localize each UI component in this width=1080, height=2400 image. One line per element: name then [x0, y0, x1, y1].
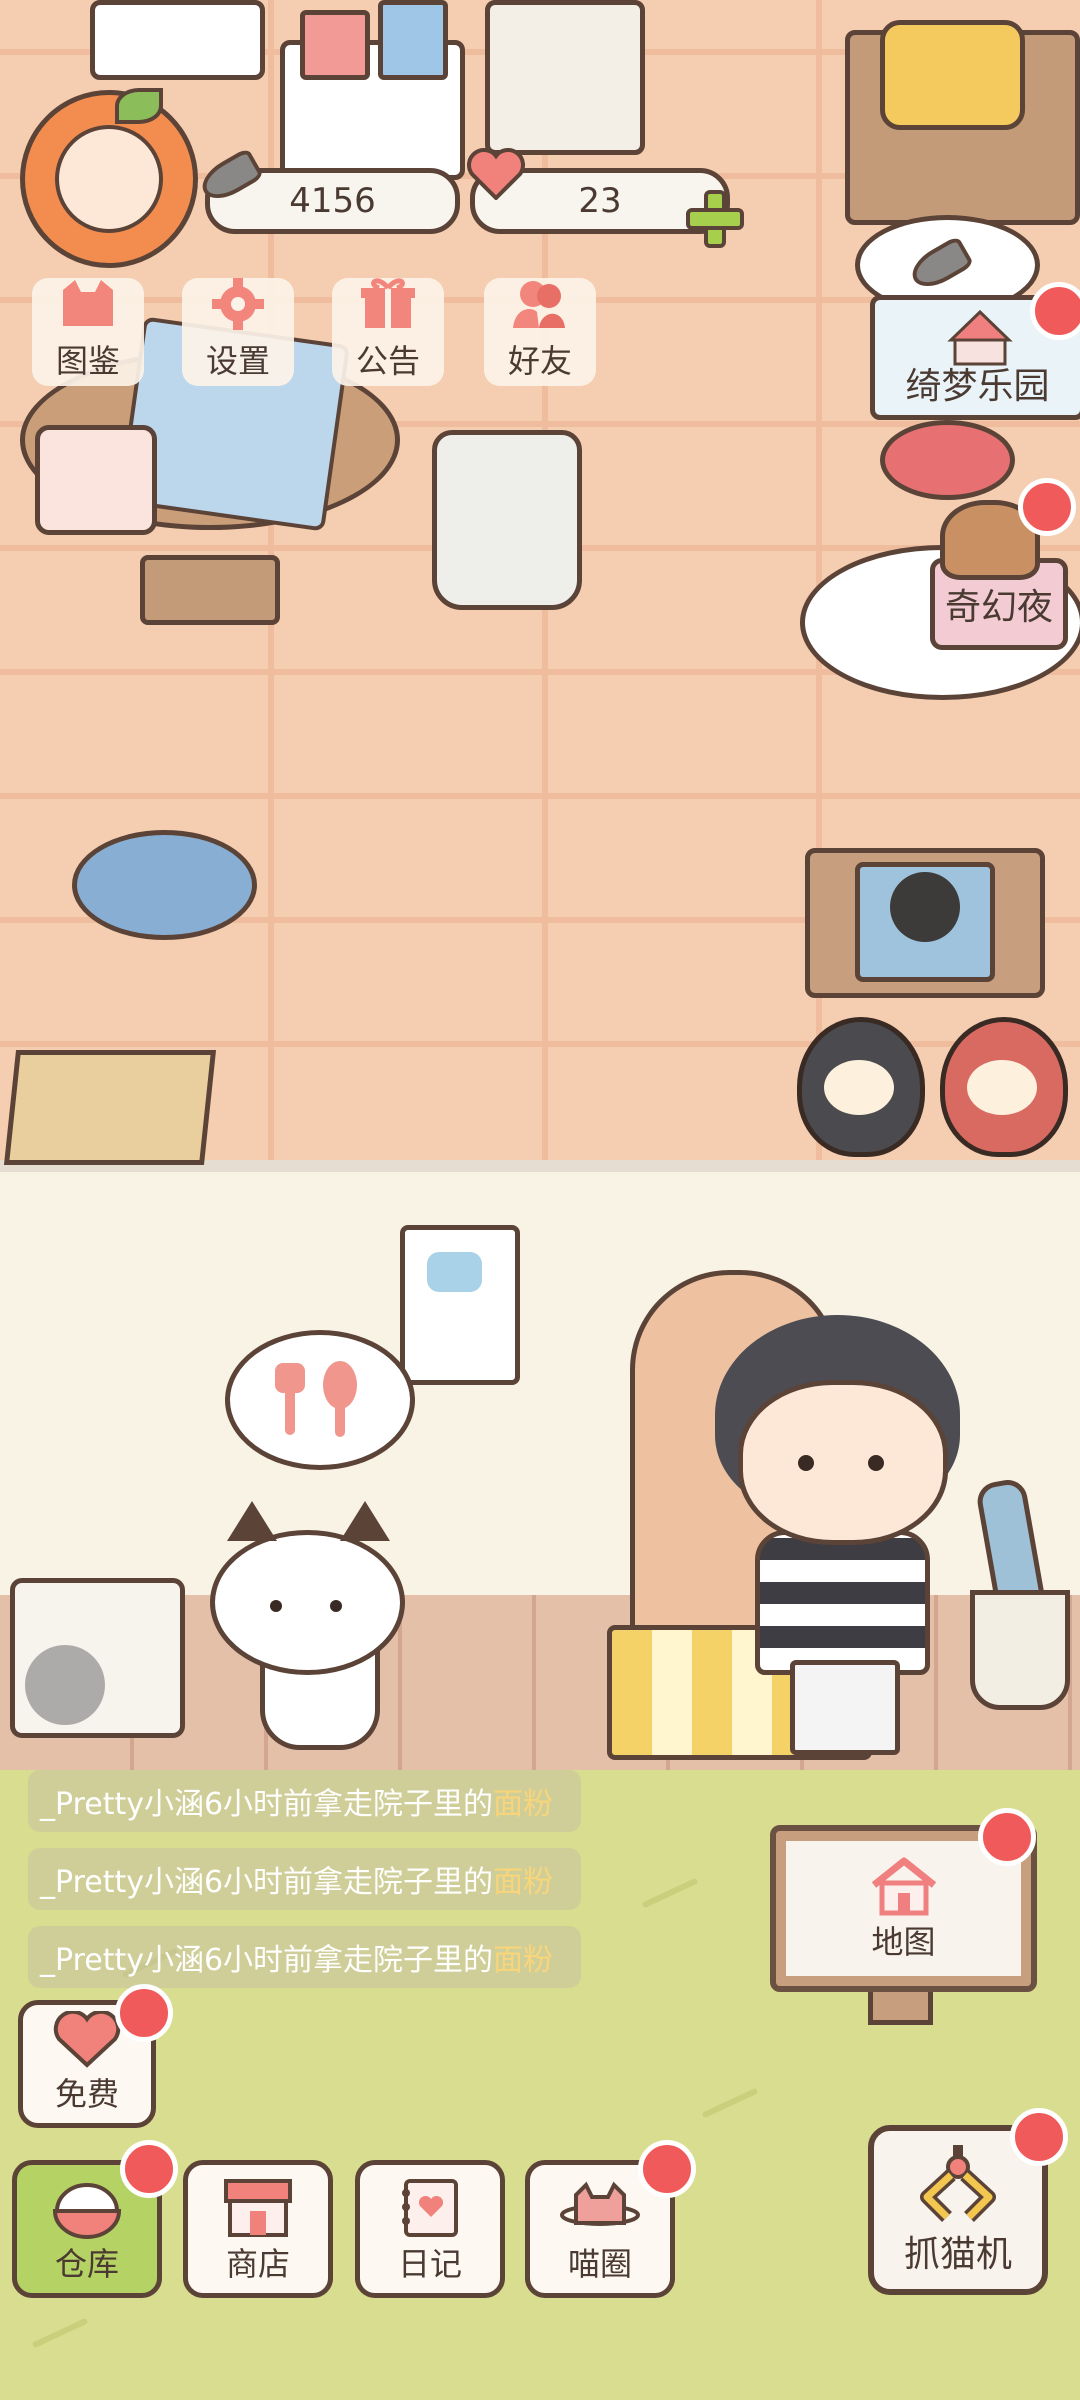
fish-count: 4156	[289, 181, 376, 221]
food-request-bubble[interactable]	[225, 1330, 415, 1470]
fish-icon	[905, 235, 975, 295]
map-badge	[978, 1808, 1036, 1866]
yard-notice: _Pretty小涵6小时前拿走院子里的 面粉	[28, 1926, 581, 1988]
yard-notice: _Pretty小涵6小时前拿走院子里的 面粉	[28, 1848, 581, 1910]
cat-book-icon	[63, 280, 113, 326]
menu-settings-button[interactable]: 设置	[182, 278, 294, 386]
notice-text: _Pretty小涵6小时前拿走院子里的	[40, 1943, 494, 1978]
warehouse-label: 仓库	[54, 2245, 119, 2283]
toy-box[interactable]	[3, 1050, 217, 1165]
diary-button[interactable]: 日记	[355, 2160, 505, 2298]
gift-icon	[361, 278, 415, 328]
free-label: 免费	[54, 2075, 119, 2113]
gear-icon	[212, 278, 264, 330]
map-label: 地图	[871, 1922, 936, 1961]
grass-mark	[31, 2317, 89, 2349]
calendar-icon[interactable]	[35, 425, 157, 535]
cat-planet-icon	[560, 2181, 640, 2226]
meow-circle-badge	[638, 2140, 696, 2198]
fantasy-night-label: 奇幻夜	[944, 587, 1053, 628]
telephone[interactable]	[880, 20, 1025, 130]
vinyl-record	[890, 872, 960, 942]
menu-friends-button[interactable]: 好友	[484, 278, 596, 386]
blue-rug	[72, 830, 257, 940]
water-dispenser[interactable]	[485, 0, 645, 155]
diary-label: 日记	[397, 2245, 462, 2283]
ac-fan-icon	[25, 1645, 105, 1725]
yard-notice: _Pretty小涵6小时前拿走院子里的 面粉	[28, 1770, 581, 1832]
player-body[interactable]	[755, 1530, 930, 1675]
notice-item: 面粉	[493, 1943, 554, 1978]
friends-icon	[513, 281, 565, 328]
fantasy-night-badge	[1018, 478, 1076, 536]
menu-collection-button[interactable]: 图鉴	[32, 278, 144, 386]
add-hearts-button[interactable]	[684, 188, 744, 248]
leaf-icon	[115, 88, 163, 124]
heart-icon	[53, 2011, 121, 2068]
house-icon	[871, 1857, 936, 1915]
cat-character[interactable]	[210, 1501, 405, 1675]
fork-spoon-icon	[275, 1361, 357, 1437]
notice-item: 面粉	[493, 1787, 554, 1822]
menu-announcement-button[interactable]: 公告	[332, 278, 444, 386]
meow-circle-label: 喵圈	[567, 2245, 632, 2283]
heart-count: 23	[578, 181, 622, 221]
warehouse-badge	[120, 2140, 178, 2198]
claw-icon	[920, 2145, 996, 2222]
notice-item: 面粉	[493, 1865, 554, 1900]
gift-box[interactable]	[300, 10, 370, 80]
menu-label: 好友	[507, 342, 572, 380]
grass-mark	[641, 1877, 699, 1909]
wooden-stool[interactable]	[140, 555, 280, 625]
claw-machine-label: 抓猫机	[903, 2234, 1012, 2275]
avatar-face	[55, 125, 163, 233]
player-avatar[interactable]	[20, 90, 198, 268]
gift-box[interactable]	[378, 0, 448, 80]
rice-bowl-icon	[52, 2183, 122, 2239]
menu-label: 公告	[355, 342, 420, 380]
books-shelf[interactable]	[90, 0, 265, 80]
notice-text: _Pretty小涵6小时前拿走院子里的	[40, 1865, 494, 1900]
park-event-badge	[1030, 282, 1080, 340]
menu-label: 图鉴	[55, 342, 120, 380]
trash-can[interactable]	[432, 430, 582, 610]
daruma-doll-red[interactable]	[940, 1017, 1068, 1157]
cat-poster[interactable]	[400, 1225, 520, 1385]
diary-icon	[402, 2179, 458, 2237]
heart-icon	[467, 148, 525, 200]
free-badge	[115, 1984, 173, 2042]
circus-tent-icon	[947, 309, 1013, 366]
menu-label: 设置	[205, 342, 270, 380]
pet-bowl[interactable]	[880, 420, 1015, 500]
grass-mark	[701, 2087, 759, 2119]
shop-icon	[224, 2179, 292, 2237]
umbrella-stand[interactable]	[970, 1590, 1070, 1710]
player-face	[738, 1380, 948, 1545]
notice-text: _Pretty小涵6小时前拿走院子里的	[40, 1787, 494, 1822]
player-legs	[790, 1660, 900, 1755]
claw-machine-badge	[1010, 2108, 1068, 2166]
shop-button[interactable]: 商店	[183, 2160, 333, 2298]
daruma-doll-black[interactable]	[797, 1017, 925, 1157]
shop-label: 商店	[225, 2245, 290, 2283]
